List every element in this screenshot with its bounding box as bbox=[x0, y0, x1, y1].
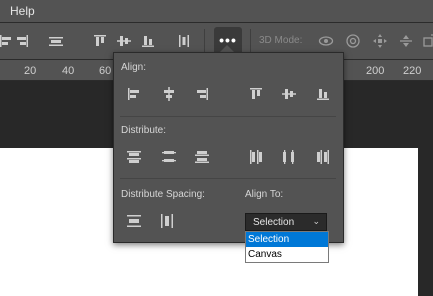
ruler-label: 220 bbox=[403, 65, 422, 77]
distribute-right-edges-icon[interactable] bbox=[315, 149, 331, 165]
toolbar-separator bbox=[250, 29, 251, 53]
dropdown-option-canvas[interactable]: Canvas bbox=[246, 247, 328, 262]
align-bottom-edges-icon[interactable] bbox=[315, 86, 331, 102]
distribute-top-edges-icon[interactable] bbox=[126, 149, 142, 165]
distribute-left-edges-icon[interactable] bbox=[248, 149, 264, 165]
scale-3d-icon[interactable] bbox=[422, 33, 433, 49]
align-left-edges-icon[interactable] bbox=[126, 86, 142, 102]
distribute-vertical-spacing-icon[interactable] bbox=[126, 213, 142, 229]
3d-mode-label: 3D Mode: bbox=[259, 35, 303, 46]
dropdown-option-selection[interactable]: Selection bbox=[246, 232, 328, 247]
align-to-label: Align To: bbox=[245, 189, 284, 200]
align-label: Align: bbox=[121, 62, 147, 73]
ruler-label: 20 bbox=[24, 65, 37, 77]
roll-3d-icon[interactable] bbox=[345, 33, 361, 49]
align-distribute-panel: Align: Distribute: Distribute Spacing: A… bbox=[113, 52, 344, 243]
align-right-edges-icon[interactable] bbox=[194, 86, 210, 102]
pan-3d-icon[interactable] bbox=[372, 33, 388, 49]
align-horizontal-centers-icon[interactable] bbox=[161, 86, 177, 102]
section-divider bbox=[120, 116, 336, 117]
menu-bar: Help bbox=[0, 0, 433, 23]
align-to-dropdown-list: Selection Canvas bbox=[245, 231, 329, 263]
align-vertical-centers-icon[interactable] bbox=[281, 86, 297, 102]
panel-caret bbox=[220, 45, 234, 52]
align-horizontal-centers-icon[interactable] bbox=[48, 33, 64, 49]
ruler-label: 60 bbox=[99, 65, 112, 77]
distribute-icon[interactable] bbox=[176, 33, 192, 49]
align-top-edges-icon[interactable] bbox=[248, 86, 264, 102]
align-to-selected-value: Selection bbox=[253, 217, 295, 228]
align-left-icon[interactable] bbox=[0, 33, 14, 49]
distribute-label: Distribute: bbox=[121, 125, 167, 136]
distribute-bottom-edges-icon[interactable] bbox=[194, 149, 210, 165]
distribute-vertical-centers-icon[interactable] bbox=[161, 149, 177, 165]
toolbar-separator bbox=[204, 29, 205, 53]
chevron-down-icon: ⌄ bbox=[312, 216, 320, 226]
align-vertical-centers-icon[interactable] bbox=[116, 33, 132, 49]
ruler-label: 200 bbox=[366, 65, 385, 77]
ruler-label: 40 bbox=[62, 65, 75, 77]
distribute-horizontal-centers-icon[interactable] bbox=[281, 149, 297, 165]
distribute-horizontal-spacing-icon[interactable] bbox=[159, 213, 175, 229]
menu-help[interactable]: Help bbox=[10, 4, 35, 18]
align-right-edges-icon[interactable] bbox=[14, 33, 30, 49]
slide-3d-icon[interactable] bbox=[398, 33, 414, 49]
align-bottom-edges-icon[interactable] bbox=[140, 33, 156, 49]
orbit-3d-icon[interactable] bbox=[318, 33, 334, 49]
align-to-select[interactable]: Selection ⌄ bbox=[245, 213, 327, 231]
distribute-spacing-label: Distribute Spacing: bbox=[121, 189, 205, 200]
section-divider bbox=[120, 178, 336, 179]
align-top-edges-icon[interactable] bbox=[92, 33, 108, 49]
